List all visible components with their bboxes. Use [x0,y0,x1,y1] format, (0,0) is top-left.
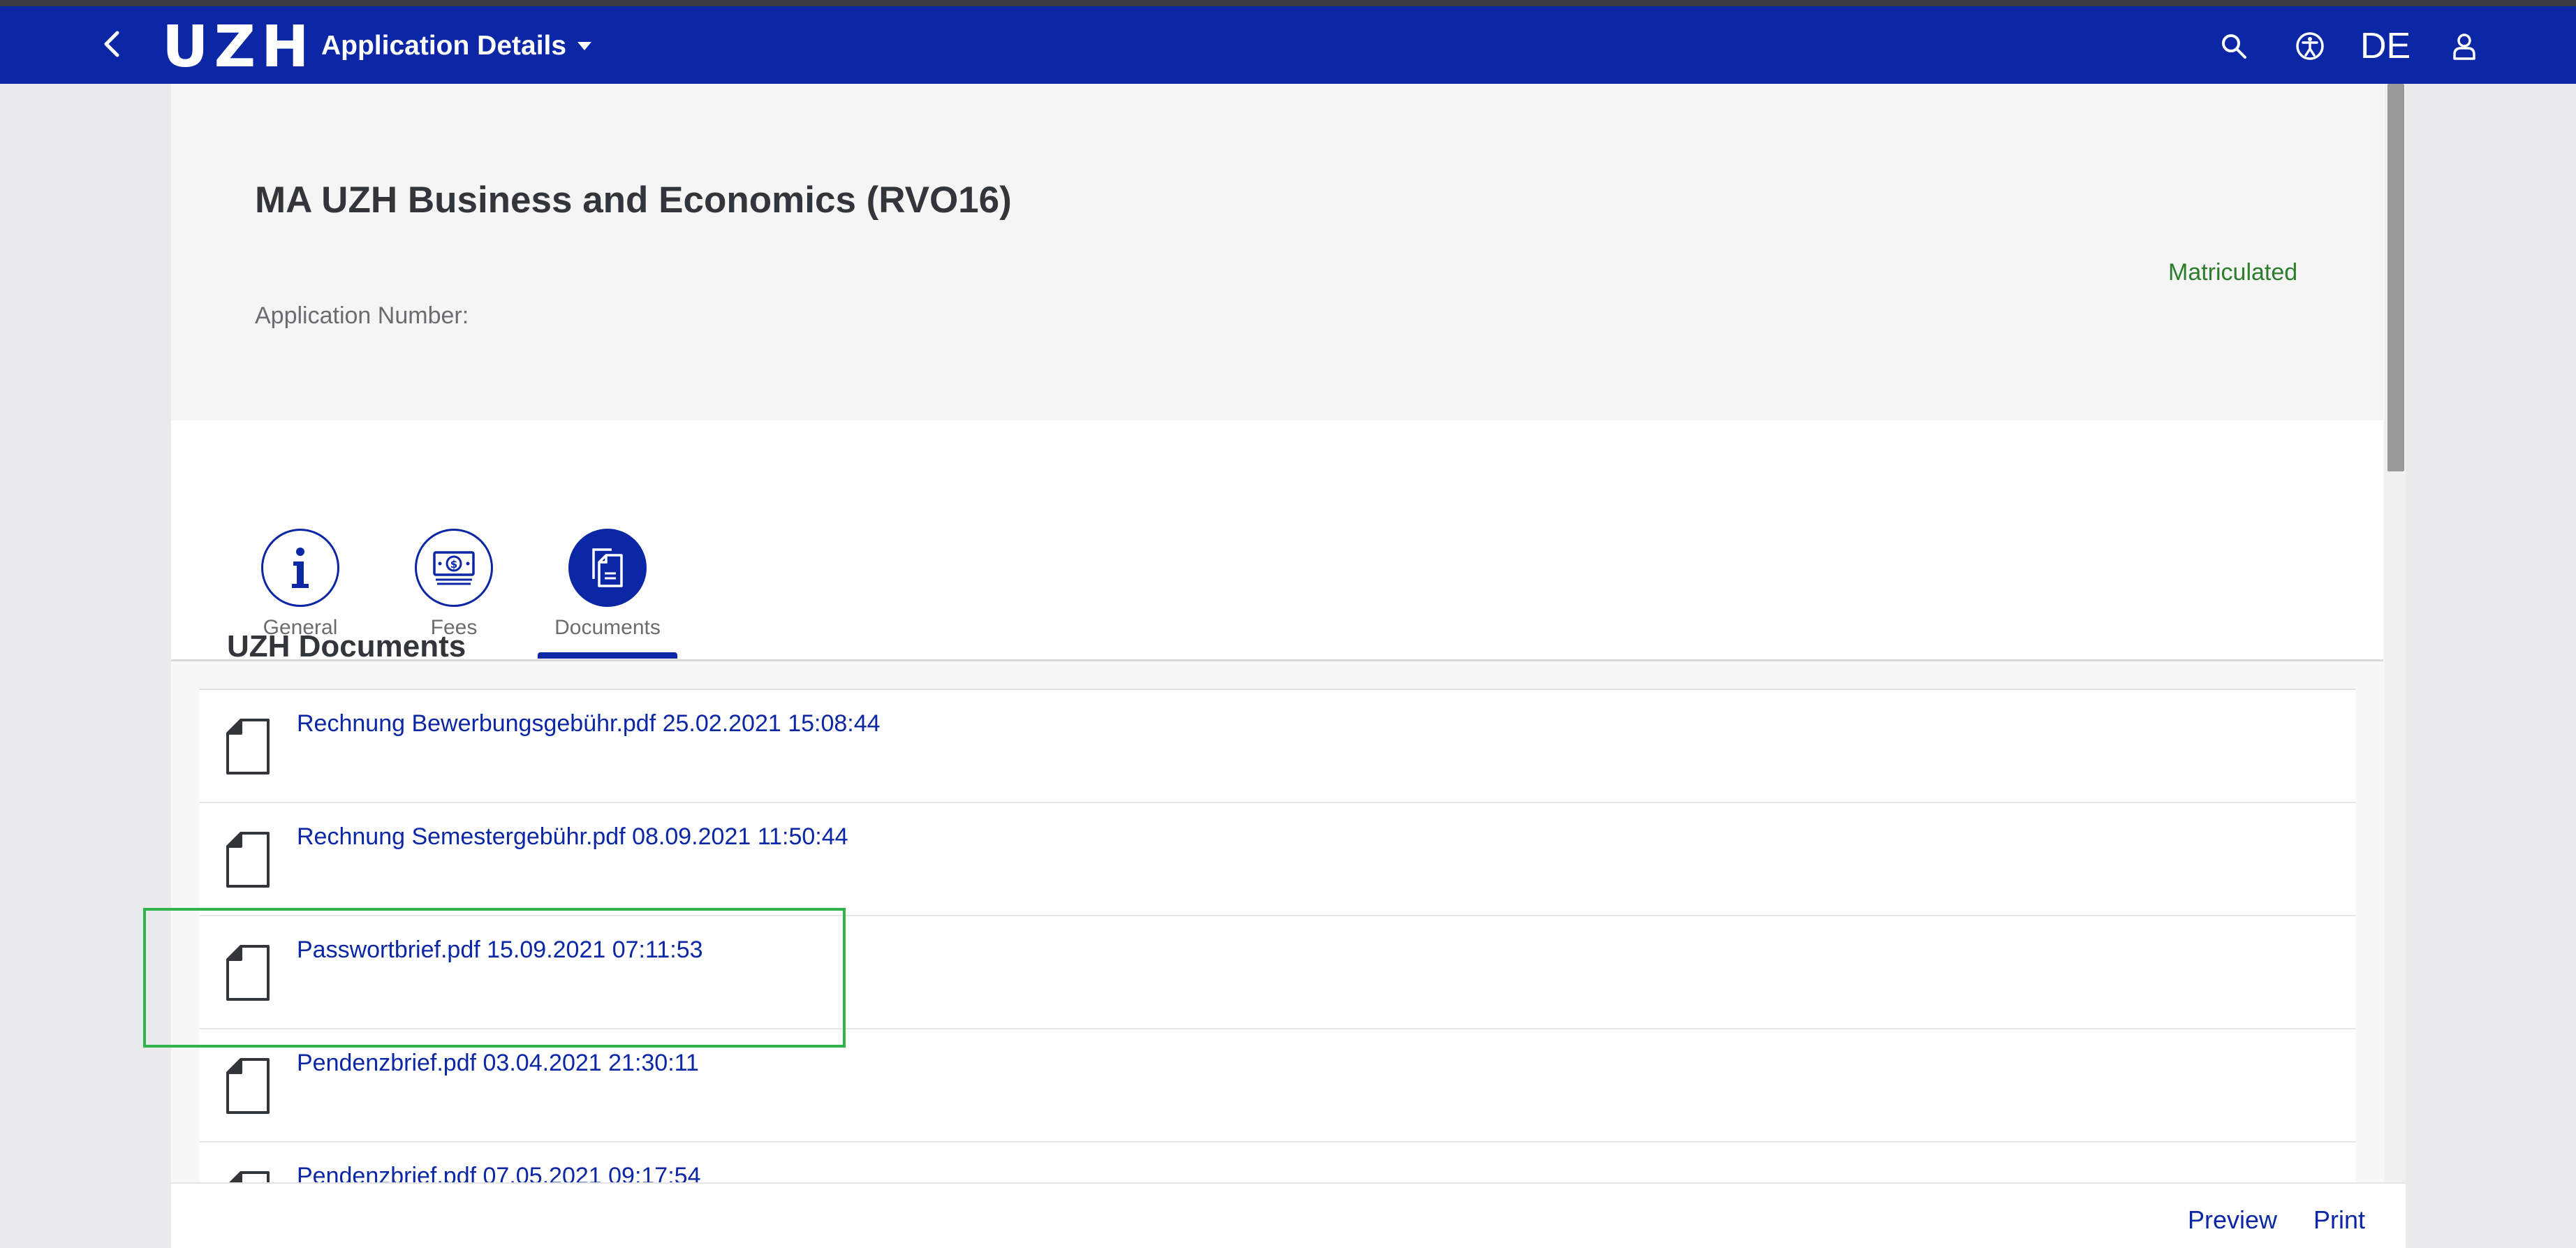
document-icon [226,719,270,775]
back-icon[interactable] [98,29,128,59]
list-item: Rechnung Semestergebühr.pdf 08.09.2021 1… [199,803,2355,916]
document-link[interactable]: Rechnung Bewerbungsgebühr.pdf 25.02.2021… [297,708,881,739]
document-icon [226,832,270,888]
document-link[interactable]: Pendenzbrief.pdf 03.04.2021 21:30:11 [297,1048,699,1078]
active-tab-indicator [538,652,677,659]
money-icon: $ [433,551,475,585]
document-link[interactable]: Rechnung Semestergebühr.pdf 08.09.2021 1… [297,821,848,852]
application-number: Application Number: [255,302,469,330]
svg-text:$: $ [450,558,457,571]
shell-bar: UZH Application Details DE [0,6,2576,84]
tab-general-circle [261,529,339,607]
accessibility-icon[interactable] [2295,31,2325,61]
list-item: Rechnung Bewerbungsgebühr.pdf 25.02.2021… [199,690,2355,803]
application-number-label: Application Number: [255,302,469,329]
list-item: Pendenzbrief.pdf 03.04.2021 21:30:11 [199,1029,2355,1143]
document-link[interactable]: Passwortbrief.pdf 15.09.2021 07:11:53 [297,934,703,965]
icon-tab-bar: General $ Fees Documents [171,420,2383,661]
document-icon [226,945,270,1001]
tab-fees-circle: $ [415,529,493,607]
uzh-logo[interactable]: UZH [162,16,315,79]
info-icon [292,548,309,588]
window-top-edge [0,0,2576,6]
tab-documents[interactable]: Documents [538,529,677,640]
user-icon[interactable] [2450,31,2479,61]
search-icon[interactable] [2219,31,2249,61]
tab-fees[interactable]: $ Fees [384,529,524,640]
tab-general[interactable]: General [230,529,370,640]
app-title: Application Details [321,31,567,61]
page-title: MA UZH Business and Economics (RVO16) [255,179,1012,221]
document-icon [226,1058,270,1114]
status-badge: Matriculated [2168,259,2298,286]
language-switch[interactable]: DE [2360,27,2411,65]
scrollbar-thumb[interactable] [2387,84,2404,471]
section-title: UZH Documents [227,629,466,663]
documents-icon [592,548,623,587]
object-page: MA UZH Business and Economics (RVO16) Ap… [171,84,2406,1248]
object-header: MA UZH Business and Economics (RVO16) Ap… [171,84,2383,420]
preview-button[interactable]: Preview [2188,1205,2277,1235]
print-button[interactable]: Print [2313,1205,2365,1235]
app-title-menu[interactable]: Application Details [321,30,593,62]
tab-documents-circle [568,529,647,607]
footer-toolbar: Preview Print [171,1182,2406,1248]
list-item: Passwortbrief.pdf 15.09.2021 07:11:53 [199,916,2355,1029]
caret-down-icon [577,42,592,50]
tab-documents-label: Documents [554,616,661,639]
document-list: Rechnung Bewerbungsgebühr.pdf 25.02.2021… [199,689,2355,1248]
